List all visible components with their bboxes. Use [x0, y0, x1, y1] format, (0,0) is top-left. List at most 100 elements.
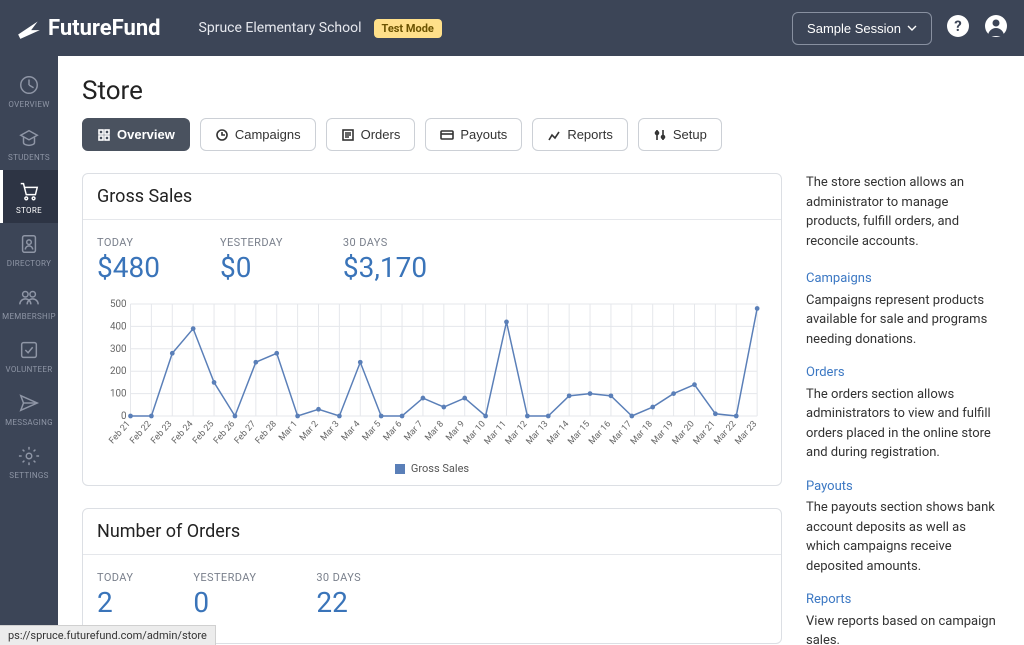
- svg-text:Mar 23: Mar 23: [733, 419, 759, 447]
- chevron-down-icon: [907, 23, 917, 33]
- svg-text:100: 100: [110, 389, 127, 400]
- messaging-icon: [18, 392, 40, 414]
- svg-text:Feb 22: Feb 22: [128, 419, 153, 446]
- settings-icon: [18, 445, 40, 467]
- nav-item-overview[interactable]: OVERVIEW: [0, 64, 58, 117]
- svg-text:300: 300: [110, 344, 127, 355]
- gross-sales-card: Gross Sales TODAY $480 YESTERDAY $0: [82, 173, 782, 486]
- overview-icon: [18, 74, 40, 96]
- svg-text:Feb 23: Feb 23: [149, 419, 174, 446]
- svg-text:Feb 24: Feb 24: [170, 419, 195, 446]
- nav-item-messaging[interactable]: MESSAGING: [0, 382, 58, 435]
- svg-text:Mar 21: Mar 21: [692, 419, 718, 447]
- page-title: Store: [82, 76, 1000, 106]
- svg-text:Mar 17: Mar 17: [608, 419, 634, 447]
- card-title-gross-sales: Gross Sales: [83, 174, 781, 220]
- svg-text:200: 200: [110, 366, 127, 377]
- svg-text:Mar 3: Mar 3: [319, 419, 342, 443]
- orders-card: Number of Orders TODAY 2 YESTERDAY 0: [82, 508, 782, 644]
- tab-reports[interactable]: Reports: [532, 118, 628, 151]
- stat-thirty: 30 DAYS $3,170: [343, 236, 427, 284]
- chart-legend: Gross Sales: [97, 462, 767, 475]
- nav-item-students[interactable]: STUDENTS: [0, 117, 58, 170]
- orders-tab-icon: [341, 128, 355, 142]
- session-label: Sample Session: [807, 21, 901, 36]
- svg-text:Feb 21: Feb 21: [108, 419, 133, 446]
- svg-text:Mar 19: Mar 19: [650, 419, 676, 447]
- svg-text:Mar 4: Mar 4: [340, 419, 363, 443]
- brand-logo[interactable]: FutureFund: [16, 15, 161, 41]
- directory-icon: [18, 233, 40, 255]
- topbar: FutureFund Spruce Elementary School Test…: [0, 0, 1024, 56]
- svg-text:Mar 7: Mar 7: [403, 419, 426, 443]
- store-icon: [18, 180, 40, 202]
- tab-overview[interactable]: Overview: [82, 118, 190, 151]
- volunteer-icon: [18, 339, 40, 361]
- stat-yesterday: YESTERDAY $0: [220, 236, 283, 284]
- stat-today: TODAY $480: [97, 236, 160, 284]
- stat-orders-yesterday: YESTERDAY 0: [193, 571, 256, 619]
- nav-item-membership[interactable]: MEMBERSHIP: [0, 276, 58, 329]
- side-nav: OVERVIEWSTUDENTSSTOREDIRECTORYMEMBERSHIP…: [0, 56, 58, 645]
- info-link-payouts[interactable]: Payouts: [806, 477, 1000, 497]
- info-block-payouts: PayoutsThe payouts section shows bank ac…: [806, 477, 1000, 577]
- svg-text:?: ?: [954, 17, 961, 35]
- school-name: Spruce Elementary School: [199, 20, 362, 36]
- setup-tab-icon: [653, 128, 667, 142]
- info-link-reports[interactable]: Reports: [806, 590, 1000, 610]
- svg-text:Mar 18: Mar 18: [629, 419, 655, 447]
- nav-item-store[interactable]: STORE: [0, 170, 58, 223]
- nav-item-volunteer[interactable]: VOLUNTEER: [0, 329, 58, 382]
- nav-item-directory[interactable]: DIRECTORY: [0, 223, 58, 276]
- brand-text: FutureFund: [48, 16, 161, 41]
- svg-text:400: 400: [110, 321, 127, 332]
- card-title-orders: Number of Orders: [83, 509, 781, 555]
- info-link-orders[interactable]: Orders: [806, 363, 1000, 383]
- svg-text:Mar 1: Mar 1: [277, 419, 300, 443]
- main-content: Store Overview Campaigns Orders Payouts Repo…: [58, 56, 1024, 645]
- user-avatar-icon[interactable]: [984, 14, 1008, 42]
- info-link-campaigns[interactable]: Campaigns: [806, 269, 1000, 289]
- payouts-tab-icon: [440, 128, 454, 142]
- svg-text:Mar 2: Mar 2: [298, 419, 321, 443]
- svg-text:Feb 28: Feb 28: [254, 419, 279, 446]
- svg-text:Mar 5: Mar 5: [361, 419, 384, 443]
- membership-icon: [18, 286, 40, 308]
- info-panel: The store section allows an administrato…: [806, 173, 1000, 645]
- info-block-orders: OrdersThe orders section allows administ…: [806, 363, 1000, 463]
- svg-text:Mar 22: Mar 22: [713, 419, 739, 447]
- svg-text:Mar 6: Mar 6: [382, 419, 405, 443]
- svg-text:Mar 11: Mar 11: [483, 419, 509, 447]
- svg-text:Mar 8: Mar 8: [423, 419, 446, 443]
- svg-text:500: 500: [110, 299, 127, 310]
- stat-orders-thirty: 30 DAYS 22: [316, 571, 361, 619]
- status-bar: ps://spruce.futurefund.com/admin/store: [0, 625, 216, 645]
- svg-text:Mar 15: Mar 15: [566, 419, 592, 447]
- campaigns-tab-icon: [215, 128, 229, 142]
- help-icon[interactable]: ?: [946, 14, 970, 42]
- test-mode-badge: Test Mode: [374, 19, 442, 38]
- tab-row: Overview Campaigns Orders Payouts Reports Set…: [82, 118, 1000, 151]
- svg-text:Mar 12: Mar 12: [504, 419, 530, 447]
- svg-text:Feb 27: Feb 27: [233, 419, 258, 446]
- svg-text:Mar 20: Mar 20: [671, 419, 697, 447]
- legend-swatch-icon: [395, 464, 405, 474]
- svg-text:Feb 26: Feb 26: [212, 419, 237, 446]
- info-block-campaigns: CampaignsCampaigns represent products av…: [806, 269, 1000, 349]
- tab-orders[interactable]: Orders: [326, 118, 416, 151]
- session-dropdown[interactable]: Sample Session: [792, 12, 932, 45]
- reports-tab-icon: [547, 128, 561, 142]
- tab-campaigns[interactable]: Campaigns: [200, 118, 316, 151]
- stat-orders-today: TODAY 2: [97, 571, 133, 619]
- svg-text:Mar 13: Mar 13: [525, 419, 551, 447]
- overview-tab-icon: [97, 128, 111, 142]
- svg-text:Mar 10: Mar 10: [462, 419, 488, 447]
- nav-item-settings[interactable]: SETTINGS: [0, 435, 58, 488]
- svg-text:Mar 14: Mar 14: [545, 419, 571, 447]
- tab-payouts[interactable]: Payouts: [425, 118, 522, 151]
- gross-sales-chart: 0100200300400500Feb 21Feb 22Feb 23Feb 24…: [97, 298, 767, 458]
- tab-setup[interactable]: Setup: [638, 118, 722, 151]
- info-block-reports: ReportsView reports based on campaign sa…: [806, 590, 1000, 645]
- svg-text:Mar 16: Mar 16: [587, 419, 613, 447]
- svg-text:Feb 25: Feb 25: [191, 419, 216, 446]
